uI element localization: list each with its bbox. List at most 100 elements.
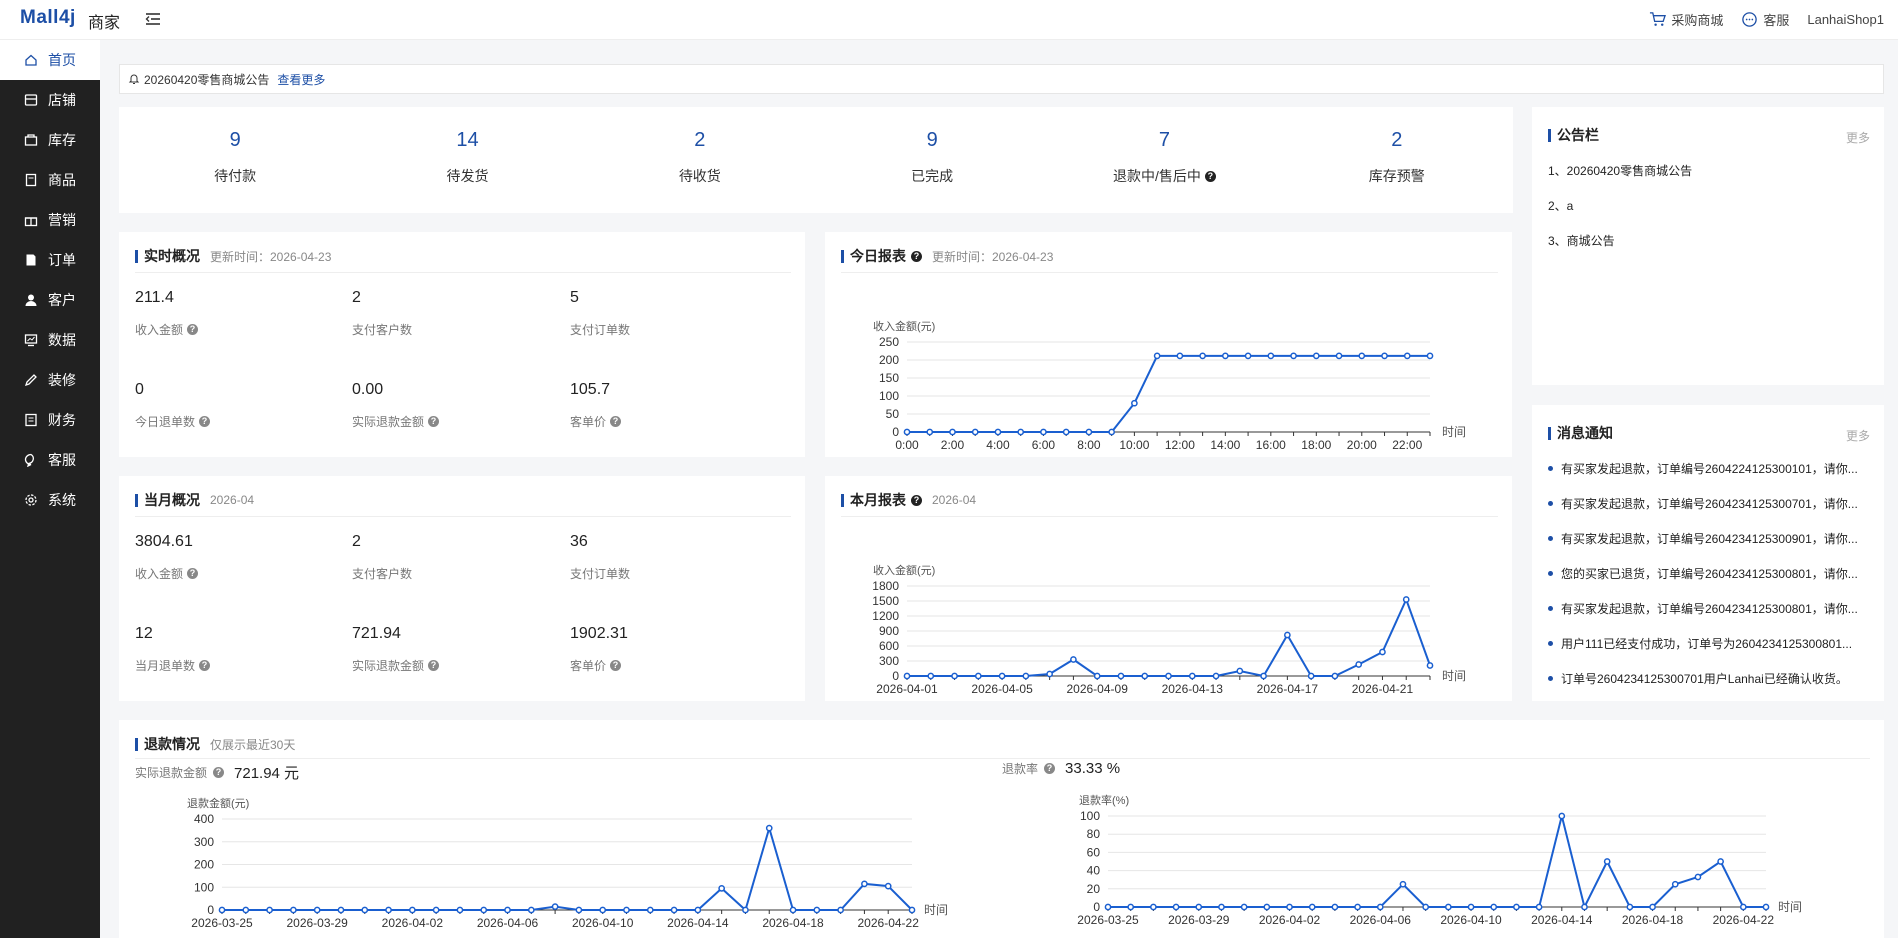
data-point[interactable] bbox=[1141, 672, 1149, 680]
data-point[interactable] bbox=[1212, 672, 1220, 680]
data-point[interactable] bbox=[1358, 352, 1366, 360]
help-icon[interactable]: ? bbox=[1044, 763, 1056, 774]
data-point[interactable] bbox=[1671, 880, 1679, 888]
data-point[interactable] bbox=[1402, 596, 1410, 603]
stat-item[interactable]: 7 退款中/售后中? bbox=[1048, 107, 1280, 213]
data-point[interactable] bbox=[1286, 903, 1293, 911]
sidebar-item[interactable]: 库存 bbox=[0, 120, 100, 160]
data-point[interactable] bbox=[884, 882, 892, 890]
data-point[interactable] bbox=[1490, 903, 1498, 911]
menu-collapse-icon[interactable] bbox=[144, 10, 162, 28]
data-point[interactable] bbox=[1244, 352, 1252, 360]
data-point[interactable] bbox=[1040, 428, 1047, 436]
message-item[interactable]: 订单号2604234125300701用户Lanhai已经确认收货。 bbox=[1548, 670, 1868, 687]
announcement-item[interactable]: 3、商城公告 bbox=[1548, 232, 1615, 249]
notice-more-link[interactable]: 查看更多 bbox=[277, 71, 325, 88]
data-point[interactable] bbox=[1195, 903, 1203, 911]
stat-item[interactable]: 2 待收货 bbox=[584, 107, 816, 213]
help-icon[interactable]: ? bbox=[1204, 170, 1216, 182]
data-point[interactable] bbox=[218, 906, 226, 914]
data-point[interactable] bbox=[1762, 903, 1770, 911]
data-point[interactable] bbox=[623, 906, 630, 914]
data-point[interactable] bbox=[837, 906, 844, 914]
data-point[interactable] bbox=[813, 906, 821, 914]
help-icon[interactable]: ? bbox=[911, 250, 922, 262]
data-point[interactable] bbox=[974, 672, 982, 680]
data-point[interactable] bbox=[908, 906, 916, 914]
data-point[interactable] bbox=[1263, 903, 1271, 911]
data-point[interactable] bbox=[1558, 812, 1566, 820]
data-point[interactable] bbox=[1467, 903, 1475, 911]
data-point[interactable] bbox=[951, 672, 958, 680]
data-point[interactable] bbox=[313, 906, 321, 914]
sidebar-item[interactable]: 店铺 bbox=[0, 80, 100, 120]
announcement-item[interactable]: 1、20260420零售商城公告 bbox=[1548, 162, 1692, 179]
data-point[interactable] bbox=[456, 906, 464, 914]
help-icon[interactable]: ? bbox=[199, 416, 211, 427]
data-point[interactable] bbox=[1236, 667, 1244, 675]
data-point[interactable] bbox=[551, 903, 559, 910]
data-point[interactable] bbox=[1153, 352, 1161, 360]
data-point[interactable] bbox=[1218, 903, 1225, 911]
data-point[interactable] bbox=[504, 906, 511, 914]
data-point[interactable] bbox=[1240, 903, 1248, 911]
data-point[interactable] bbox=[1694, 873, 1702, 881]
data-point[interactable] bbox=[1127, 903, 1135, 911]
message-item[interactable]: 有买家发起退款，订单编号2604234125300901，请你... bbox=[1548, 530, 1868, 547]
messages-more-link[interactable]: 更多 bbox=[1846, 427, 1870, 444]
data-point[interactable] bbox=[1070, 656, 1077, 663]
data-point[interactable] bbox=[646, 906, 654, 914]
data-point[interactable] bbox=[1422, 903, 1430, 911]
message-item[interactable]: 有买家发起退款，订单编号2604224125300101，请你... bbox=[1548, 460, 1868, 477]
data-point[interactable] bbox=[998, 672, 1006, 680]
data-point[interactable] bbox=[670, 906, 678, 914]
data-point[interactable] bbox=[1017, 428, 1025, 436]
stat-item[interactable]: 2 库存预警 bbox=[1281, 107, 1513, 213]
data-point[interactable] bbox=[1331, 672, 1339, 680]
sidebar-item[interactable]: 营销 bbox=[0, 200, 100, 240]
data-point[interactable] bbox=[1046, 670, 1053, 678]
data-point[interactable] bbox=[1022, 672, 1030, 680]
data-point[interactable] bbox=[1355, 661, 1363, 668]
data-point[interactable] bbox=[1399, 880, 1407, 888]
data-point[interactable] bbox=[789, 906, 797, 914]
message-item[interactable]: 用户111已经支付成功，订单号为2604234125300801... bbox=[1548, 635, 1868, 652]
data-point[interactable] bbox=[903, 428, 911, 436]
data-point[interactable] bbox=[1354, 903, 1361, 911]
data-point[interactable] bbox=[1267, 352, 1275, 360]
help-icon[interactable]: ? bbox=[428, 416, 440, 427]
help-icon[interactable]: ? bbox=[213, 767, 225, 778]
data-point[interactable] bbox=[1739, 903, 1747, 911]
data-point[interactable] bbox=[1426, 662, 1434, 669]
data-point[interactable] bbox=[1626, 903, 1634, 911]
data-point[interactable] bbox=[1717, 858, 1724, 865]
stat-item[interactable]: 9 待付款 bbox=[119, 107, 351, 213]
sidebar-item[interactable]: 财务 bbox=[0, 400, 100, 440]
data-point[interactable] bbox=[1376, 903, 1384, 911]
sidebar-item[interactable]: 装修 bbox=[0, 360, 100, 400]
data-point[interactable] bbox=[1260, 672, 1267, 680]
data-point[interactable] bbox=[718, 885, 726, 892]
data-point[interactable] bbox=[1335, 352, 1343, 360]
message-item[interactable]: 您的买家已退货，订单编号2604234125300801，请你... bbox=[1548, 565, 1868, 582]
data-point[interactable] bbox=[432, 906, 440, 914]
data-point[interactable] bbox=[1188, 672, 1196, 680]
message-item[interactable]: 有买家发起退款，订单编号2604234125300801，请你... bbox=[1548, 600, 1868, 617]
data-point[interactable] bbox=[949, 428, 956, 436]
help-icon[interactable]: ? bbox=[187, 568, 199, 579]
help-icon[interactable]: ? bbox=[911, 494, 922, 506]
data-point[interactable] bbox=[1290, 352, 1297, 360]
help-icon[interactable]: ? bbox=[187, 324, 199, 335]
announcement-item[interactable]: 2、a bbox=[1548, 197, 1573, 214]
data-point[interactable] bbox=[1307, 672, 1315, 680]
message-item[interactable]: 有买家发起退款，订单编号2604234125300701，请你... bbox=[1548, 495, 1868, 512]
data-point[interactable] bbox=[1444, 903, 1452, 911]
data-point[interactable] bbox=[599, 906, 607, 914]
sidebar-item[interactable]: 数据 bbox=[0, 320, 100, 360]
data-point[interactable] bbox=[1426, 352, 1434, 360]
data-point[interactable] bbox=[1308, 903, 1316, 911]
data-point[interactable] bbox=[1581, 903, 1588, 911]
data-point[interactable] bbox=[927, 672, 935, 680]
data-point[interactable] bbox=[480, 906, 488, 914]
data-point[interactable] bbox=[926, 428, 934, 436]
